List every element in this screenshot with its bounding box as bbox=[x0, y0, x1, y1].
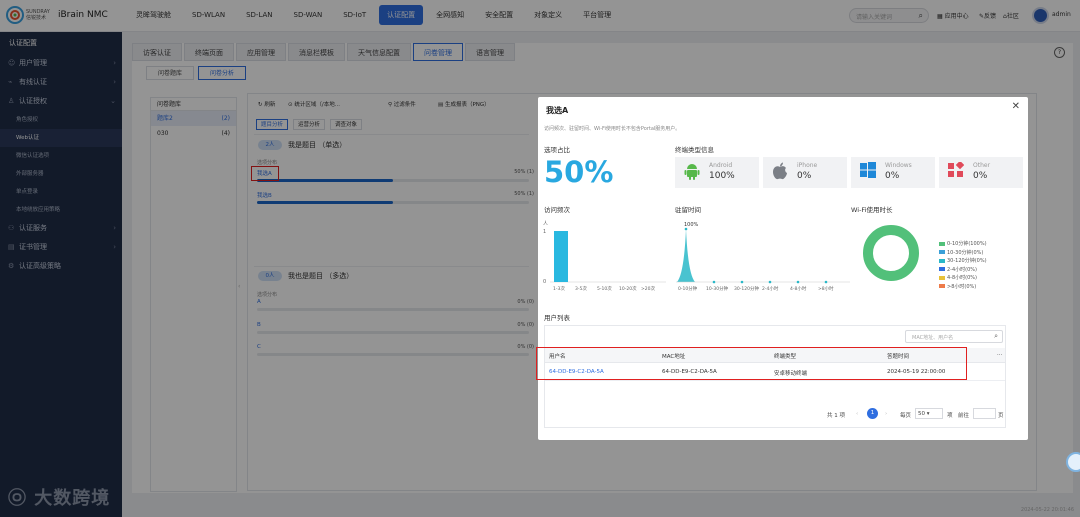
x-tick: 10-30分钟 bbox=[706, 285, 729, 292]
device-card-windows: Windows 0% bbox=[851, 157, 935, 188]
x-tick: 3-5次 bbox=[575, 285, 587, 292]
legend-item: 2-4小时(0%) bbox=[939, 266, 987, 275]
axis-unit: 人 bbox=[543, 221, 548, 227]
x-tick: 0-10分钟 bbox=[678, 285, 698, 292]
dwell-chart: 100% 0-10分钟 10-30分钟 30-120分钟 2-4小时 4-8小时 >8小时 bbox=[676, 222, 850, 292]
column-menu-icon[interactable]: ⋯ bbox=[997, 352, 1003, 358]
status-time: 2024-05-22 20:01:46 bbox=[1020, 507, 1074, 513]
prev-page-icon[interactable]: ‹ bbox=[856, 411, 858, 417]
x-tick: 1-3次 bbox=[553, 285, 565, 292]
option-detail-dialog: 我选A ✕ 访问频次、驻留时间、Wi-Fi使用时长不包含Portal服务用户。 … bbox=[538, 97, 1028, 440]
per-page-unit: 项 bbox=[947, 413, 953, 419]
chat-assistant-icon[interactable] bbox=[1066, 452, 1080, 472]
device-card-android: Android 100% bbox=[675, 157, 759, 188]
next-page-icon[interactable]: › bbox=[885, 411, 887, 417]
x-tick: 4-8小时 bbox=[790, 285, 807, 292]
peak-label: 100% bbox=[684, 222, 699, 228]
dwell-title: 驻留时间 bbox=[675, 206, 701, 214]
wifi-usage-legend: 0-10分钟(100%) 10-30分钟(0%) 30-120分钟(0%) 2-… bbox=[939, 240, 987, 291]
chevron-down-icon: ▾ bbox=[926, 411, 930, 417]
highlight-box bbox=[536, 347, 967, 380]
goto-label: 前往 bbox=[958, 413, 970, 419]
donut-slice-0-10min bbox=[863, 225, 919, 281]
page-1-button[interactable]: 1 bbox=[867, 408, 878, 419]
point-5 bbox=[824, 280, 828, 284]
goto-unit: 页 bbox=[998, 413, 1004, 419]
device-card-iphone: iPhone 0% bbox=[763, 157, 847, 188]
visit-freq-chart: 人 1 0 1-3次 3-5次 5-10次 10-20次 >20次 bbox=[543, 221, 666, 292]
x-tick: 2-4小时 bbox=[762, 285, 779, 292]
wifi-usage-donut bbox=[863, 225, 919, 281]
legend-item: 30-120分钟(0%) bbox=[939, 257, 987, 266]
terminal-type-label: 终端类型信息 bbox=[675, 146, 714, 154]
option-ratio-value: 50% bbox=[544, 155, 614, 189]
close-icon[interactable]: ✕ bbox=[1012, 101, 1020, 112]
dialog-description: 访问频次、驻留时间、Wi-Fi使用时长不包含Portal服务用户。 bbox=[544, 126, 681, 132]
option-ratio-label: 选项占比 bbox=[544, 146, 570, 154]
user-list-title: 用户列表 bbox=[544, 314, 570, 322]
visit-freq-title: 访问频次 bbox=[544, 206, 570, 214]
apple-icon bbox=[771, 162, 789, 182]
per-page-label: 每页 bbox=[900, 413, 912, 419]
user-search-input[interactable]: MAC地址、用户名 ⌕ bbox=[905, 330, 1003, 343]
point-0 bbox=[684, 227, 688, 231]
wifi-usage-title: Wi-Fi使用时长 bbox=[851, 206, 893, 214]
goto-page-input[interactable] bbox=[973, 408, 996, 419]
android-icon bbox=[683, 162, 701, 182]
y-tick: 0 bbox=[543, 279, 546, 285]
x-tick: 10-20次 bbox=[619, 285, 637, 292]
legend-item: 0-10分钟(100%) bbox=[939, 240, 987, 249]
total-count: 共 1 项 bbox=[827, 413, 845, 419]
bar-0 bbox=[554, 231, 568, 282]
dialog-title: 我选A bbox=[546, 106, 569, 115]
x-tick: >20次 bbox=[641, 285, 655, 292]
per-page-select[interactable]: 50 ▾ bbox=[915, 408, 943, 419]
point-4 bbox=[796, 280, 800, 284]
legend-item: >8小时(0%) bbox=[939, 283, 987, 292]
x-tick: >8小时 bbox=[818, 285, 834, 292]
other-icon bbox=[947, 160, 965, 182]
windows-icon bbox=[859, 162, 877, 182]
legend-item: 4-8小时(0%) bbox=[939, 274, 987, 283]
dwell-area bbox=[677, 229, 695, 282]
x-tick: 30-120分钟 bbox=[734, 285, 759, 292]
search-icon[interactable]: ⌕ bbox=[994, 332, 998, 341]
y-tick: 1 bbox=[543, 229, 546, 235]
point-1 bbox=[712, 280, 716, 284]
x-tick: 5-10次 bbox=[597, 285, 612, 292]
point-3 bbox=[768, 280, 772, 284]
legend-item: 10-30分钟(0%) bbox=[939, 249, 987, 258]
device-card-other: Other 0% bbox=[939, 157, 1023, 188]
point-2 bbox=[740, 280, 744, 284]
